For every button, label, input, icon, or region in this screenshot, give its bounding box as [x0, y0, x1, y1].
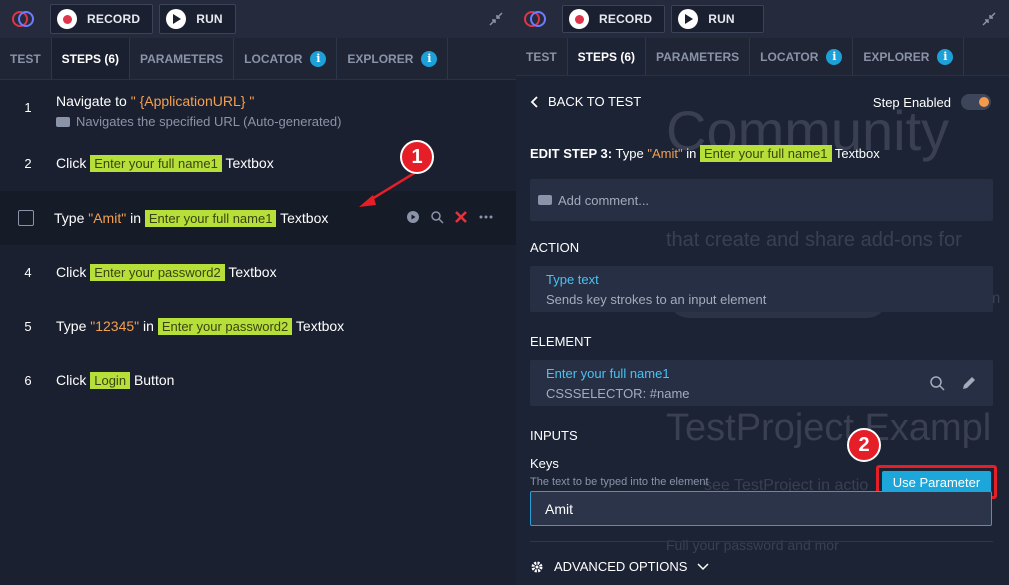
step-row-4[interactable]: 4 Click Enter your password2 Textbox [0, 263, 516, 282]
divider [530, 541, 993, 542]
step-number: 4 [24, 265, 32, 280]
use-parameter-button[interactable]: Use Parameter [882, 471, 991, 493]
edit-pencil-icon[interactable] [961, 375, 977, 391]
tab-test[interactable]: TEST [0, 38, 52, 79]
element-locator: CSSSELECTOR: #name [546, 386, 690, 401]
record-icon [569, 9, 589, 29]
step-number: 2 [24, 156, 32, 171]
delete-icon[interactable] [454, 210, 468, 224]
step-value: " {ApplicationURL} " [130, 93, 255, 109]
annotation-badge-1: 1 [400, 140, 434, 174]
testproject-logo-icon [8, 4, 38, 34]
edit-step-title: EDIT STEP 3: Type "Amit" in Enter your f… [530, 145, 880, 162]
right-panel: Community TestProject simplifies and enh… [516, 0, 1009, 585]
record-button[interactable]: RECORD [50, 4, 154, 34]
tab-steps[interactable]: STEPS (6) [567, 38, 647, 75]
action-name: Type text [546, 272, 599, 287]
tab-parameters[interactable]: PARAMETERS [130, 38, 235, 79]
bg-footer: Full your password and mor [666, 537, 839, 553]
element-tag: Enter your full name1 [144, 209, 277, 227]
search-icon[interactable] [929, 375, 945, 391]
tab-explorer[interactable]: EXPLORER i [853, 38, 965, 75]
chevron-down-icon [697, 562, 709, 570]
comment-field[interactable]: Add comment... [530, 179, 993, 221]
element-tag: Enter your password2 [90, 264, 225, 281]
step-number: 1 [24, 100, 32, 115]
left-toolbar: RECORD RUN [0, 0, 516, 38]
annotation-badge-2: 2 [847, 428, 881, 462]
right-toolbar: RECORD RUN [516, 0, 1009, 38]
record-label: RECORD [87, 12, 141, 26]
step-enabled: Step Enabled [873, 94, 991, 110]
comment-icon [56, 116, 70, 127]
more-icon[interactable] [478, 210, 494, 224]
element-heading: ELEMENT [530, 334, 592, 349]
collapse-icon[interactable] [488, 11, 504, 27]
step-verb: Navigate to [56, 93, 127, 109]
left-panel: RECORD RUN TEST STEPS (6) PARAMETERS LOC… [0, 0, 516, 585]
run-button[interactable]: RUN [671, 5, 764, 33]
info-icon[interactable]: i [826, 48, 843, 65]
step-checkbox[interactable] [18, 210, 34, 226]
run-button[interactable]: RUN [159, 4, 236, 34]
step-enabled-toggle[interactable] [961, 94, 991, 110]
tab-parameters[interactable]: PARAMETERS [646, 38, 751, 75]
step-number: 6 [24, 373, 32, 388]
step-row-3-selected[interactable]: Type "Amit" in Enter your full name1 Tex… [0, 191, 516, 245]
element-tag: Enter your full name1 [90, 155, 222, 172]
testproject-logo-icon [520, 4, 550, 34]
info-icon[interactable]: i [421, 50, 438, 67]
element-tag: Login [90, 372, 131, 389]
tab-steps[interactable]: STEPS (6) [51, 38, 131, 79]
info-icon[interactable]: i [310, 50, 327, 67]
gear-icon [531, 561, 543, 572]
step-description: Navigates the specified URL (Auto-genera… [76, 114, 342, 129]
action-description: Sends key strokes to an input element [546, 292, 767, 307]
action-heading: ACTION [530, 240, 580, 255]
inputs-heading: INPUTS [530, 428, 578, 443]
play-icon [166, 9, 187, 29]
left-tabs: TEST STEPS (6) PARAMETERS LOCATOR i EXPLO… [0, 38, 516, 80]
element-tag: Enter your full name1 [699, 145, 832, 162]
run-label: RUN [196, 12, 223, 26]
tab-locator[interactable]: LOCATOR i [750, 38, 854, 75]
element-card[interactable]: Enter your full name1 CSSSELECTOR: #name [530, 360, 993, 406]
action-card[interactable]: Type text Sends key strokes to an input … [530, 266, 993, 312]
advanced-options-toggle[interactable]: ADVANCED OPTIONS [530, 559, 993, 574]
step-row-6[interactable]: 6 Click Login Button [0, 371, 516, 390]
chevron-left-icon [530, 95, 538, 108]
search-icon[interactable] [430, 210, 444, 224]
info-icon[interactable]: i [937, 48, 954, 65]
step-row-1[interactable]: 1 Navigate to " {ApplicationURL} " Navig… [0, 92, 516, 129]
right-tabs: TEST STEPS (6) PARAMETERS LOCATOR i EXPLO… [516, 38, 1009, 76]
step-number: 5 [24, 319, 32, 334]
tab-explorer[interactable]: EXPLORER i [337, 38, 449, 79]
tab-locator[interactable]: LOCATOR i [234, 38, 338, 79]
collapse-icon[interactable] [981, 11, 997, 27]
step-row-5[interactable]: 5 Type "12345" in Enter your password2 T… [0, 317, 516, 336]
play-step-icon[interactable] [406, 210, 420, 224]
record-button[interactable]: RECORD [562, 5, 666, 33]
element-name: Enter your full name1 [546, 366, 670, 381]
record-icon [57, 9, 77, 29]
comment-icon [538, 195, 552, 205]
element-tag: Enter your password2 [157, 318, 293, 335]
step-row-2[interactable]: 2 Click Enter your full name1 Textbox [0, 154, 516, 173]
play-icon [678, 9, 699, 29]
keys-input[interactable]: Amit [530, 491, 992, 526]
tab-test[interactable]: TEST [516, 38, 568, 75]
